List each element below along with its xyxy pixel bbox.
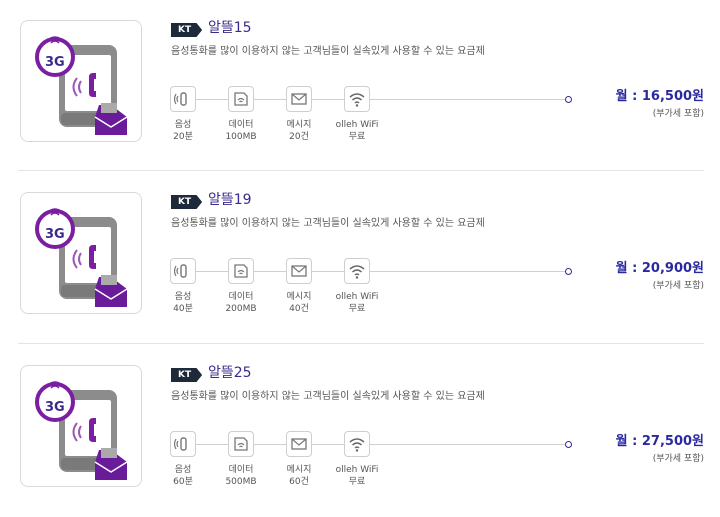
wifi-icon [344,431,370,457]
phone-3g-illustration [35,208,128,307]
plan-title[interactable]: 알뜰19 [208,190,252,210]
plan-price: 월 : 20,900원 [615,261,704,276]
network-type-label: 3G [45,227,65,242]
phone-3g-illustration [35,36,128,135]
vat-note: (부가세 포함) [652,281,704,291]
plan-divider [18,170,704,171]
feature-wifi: olleh WiFi 무료 [322,86,392,143]
network-type-label: 3G [45,55,65,70]
feature-wifi: olleh WiFi 무료 [322,431,392,488]
feature-label: olleh WiFi [335,292,379,302]
message-icon [286,86,312,112]
plan-thumbnail[interactable]: 3G [20,20,142,142]
plan-card[interactable]: 3G KT 알뜰15 음성통화를 많이 이용하지 않는 고객님들이 실속있게 사… [0,0,720,172]
wifi-icon [344,86,370,112]
plan-title[interactable]: 알뜰25 [208,363,252,383]
plan-price: 월 : 27,500원 [615,434,704,449]
data-icon [228,86,254,112]
phone-3g-illustration [35,381,128,480]
plan-price: 월 : 16,500원 [615,89,704,104]
phone-icon [170,431,196,457]
feature-value: 무료 [348,477,366,487]
carrier-badge: KT [171,368,203,382]
feature-label: olleh WiFi [335,120,379,130]
vat-note: (부가세 포함) [652,109,704,119]
message-icon [286,431,312,457]
plan-card[interactable]: 3G KT 알뜰25 음성통화를 많이 이용하지 않는 고객님들이 실속있게 사… [0,345,720,517]
plan-card[interactable]: 3G KT 알뜰19 음성통화를 많이 이용하지 않는 고객님들이 실속있게 사… [0,172,720,344]
plan-title[interactable]: 알뜰15 [208,18,252,38]
track-end-dot [565,441,572,448]
plan-thumbnail[interactable]: 3G [20,365,142,487]
plan-description: 음성통화를 많이 이용하지 않는 고객님들이 실속있게 사용할 수 있는 요금제 [171,46,485,57]
feature-value: 무료 [348,132,366,142]
phone-icon [170,86,196,112]
track-end-dot [565,96,572,103]
track-end-dot [565,268,572,275]
data-icon [228,431,254,457]
carrier-badge: KT [171,195,203,209]
wifi-icon [344,258,370,284]
plan-divider [18,343,704,344]
network-type-label: 3G [45,400,65,415]
data-icon [228,258,254,284]
plan-description: 음성통화를 많이 이용하지 않는 고객님들이 실속있게 사용할 수 있는 요금제 [171,391,485,402]
vat-note: (부가세 포함) [652,454,704,464]
plan-description: 음성통화를 많이 이용하지 않는 고객님들이 실속있게 사용할 수 있는 요금제 [171,218,485,229]
plan-thumbnail[interactable]: 3G [20,192,142,314]
feature-wifi: olleh WiFi 무료 [322,258,392,315]
carrier-badge: KT [171,23,203,37]
phone-icon [170,258,196,284]
message-icon [286,258,312,284]
feature-label: olleh WiFi [335,465,379,475]
feature-value: 무료 [348,304,366,314]
